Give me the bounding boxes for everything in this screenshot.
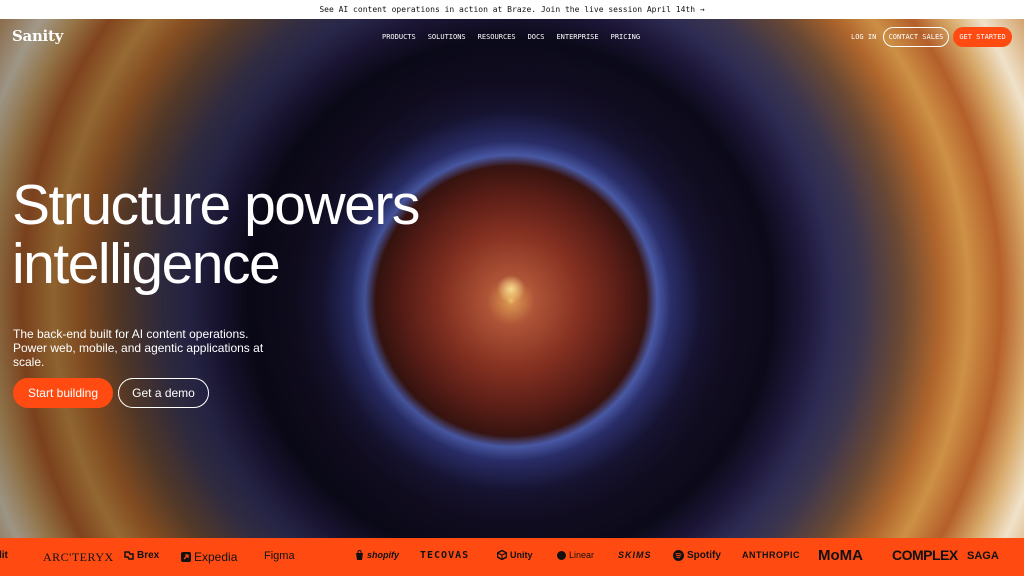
logo-anthropic-text: ANTHROPIC [742, 550, 800, 560]
logo-figma-text: Figma [264, 550, 295, 562]
logo-complex-text: COMPLEX [892, 547, 958, 563]
logo-brex-text: Brex [137, 550, 160, 561]
customer-logo-strip: lit ARC'TERYX Brex Expedia Figma shopify… [0, 538, 1024, 576]
logo-moma-text: MoMA [818, 547, 863, 564]
logo-linear-text: Linear [569, 550, 595, 560]
logo-anthropic: ANTHROPIC [742, 550, 800, 560]
logo-skims: SKIMS [618, 550, 652, 560]
menu-item-products[interactable]: PRODUCTS [382, 33, 416, 41]
announcement-banner[interactable]: See AI content operations in action at B… [0, 0, 1024, 19]
menu-item-resources[interactable]: RESOURCES [478, 33, 516, 41]
logo-linear: Linear [557, 550, 594, 560]
menu-item-pricing[interactable]: PRICING [611, 33, 641, 41]
logo-arcteryx-text: ARC'TERYX [43, 550, 114, 564]
logo-saga-text: SAGA [967, 550, 999, 562]
hero-subtext: The back-end built for AI content operat… [13, 327, 264, 369]
logo-brex: Brex [124, 550, 159, 561]
logo-spotify: Spotify [673, 550, 721, 561]
menu-item-solutions[interactable]: SOLUTIONS [428, 33, 466, 41]
logo-expedia: Expedia [181, 550, 237, 564]
start-building-label: Start building [27, 386, 99, 400]
logo-unity-text: Unity [510, 550, 533, 560]
main-menu: PRODUCTS SOLUTIONS RESOURCES DOCS ENTERP… [382, 33, 640, 41]
top-navigation: Sanity PRODUCTS SOLUTIONS RESOURCES DOCS… [0, 19, 1024, 55]
logo-arcteryx: ARC'TERYX [43, 550, 114, 565]
shopify-bag-icon [356, 550, 363, 560]
contact-sales-button[interactable]: CONTACT SALES [883, 27, 949, 47]
menu-item-enterprise[interactable]: ENTERPRISE [556, 33, 598, 41]
get-started-label: GET STARTED [959, 33, 1006, 41]
login-link[interactable]: LOG IN [851, 33, 876, 41]
spotify-icon [673, 550, 684, 561]
logo-spotify-text: Spotify [687, 550, 721, 561]
contact-sales-label: CONTACT SALES [888, 33, 944, 41]
brex-icon [124, 551, 134, 560]
announcement-text[interactable]: See AI content operations in action at B… [319, 5, 704, 14]
logo-lit: lit [0, 550, 8, 561]
sanity-logo[interactable]: Sanity [12, 27, 63, 45]
logo-shopify-text: shopify [367, 550, 400, 560]
logo-saga: SAGA [967, 550, 999, 562]
logo-expedia-text: Expedia [194, 550, 238, 564]
logo-lit-text: lit [0, 550, 8, 561]
get-demo-button[interactable]: Get a demo [118, 378, 209, 408]
logo-unity: Unity [497, 550, 533, 560]
logo-complex: COMPLEX [892, 547, 958, 563]
logo-tecovas-text: TECOVAS [420, 550, 470, 561]
menu-item-docs[interactable]: DOCS [528, 33, 545, 41]
get-demo-label: Get a demo [132, 386, 195, 400]
start-building-button[interactable]: Start building [13, 378, 113, 408]
logo-tecovas: TECOVAS [420, 550, 469, 561]
expedia-icon [181, 552, 191, 562]
logo-shopify: shopify [355, 550, 399, 560]
logo-moma: MoMA [818, 547, 863, 564]
get-started-button[interactable]: GET STARTED [953, 27, 1012, 47]
unity-cube-icon [497, 550, 507, 560]
linear-icon [557, 550, 566, 560]
logo-skims-text: SKIMS [618, 550, 652, 560]
hero-headline: Structure powers intelligence [12, 176, 532, 294]
logo-figma: Figma [264, 550, 295, 562]
headline-line-2: intelligence [12, 232, 281, 296]
headline-line-1: Structure powers [12, 173, 420, 237]
